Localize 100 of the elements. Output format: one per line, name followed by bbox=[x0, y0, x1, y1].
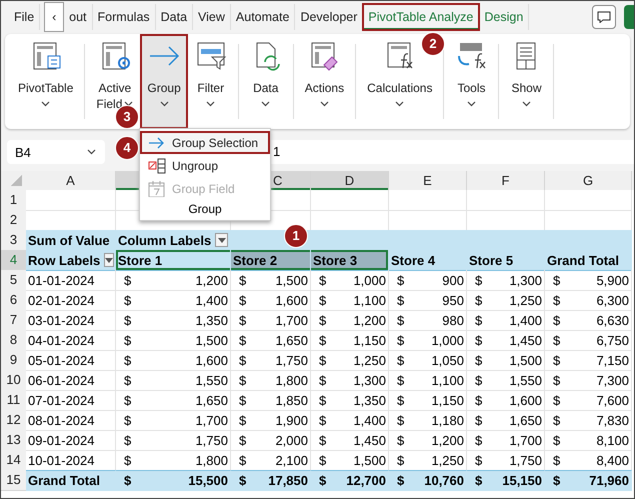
currency-symbol: $ bbox=[397, 372, 404, 388]
table-cell: Store 3 bbox=[311, 250, 389, 271]
table-cell: 04-01-2024 bbox=[26, 330, 116, 351]
amount: 1,550 bbox=[195, 372, 228, 388]
amount: 1,650 bbox=[275, 332, 308, 348]
amount: 1,050 bbox=[431, 352, 464, 368]
amount: 1,500 bbox=[509, 352, 542, 368]
table-cell: Grand Total bbox=[545, 250, 632, 271]
amount: 1,800 bbox=[275, 372, 308, 388]
amount: 1,150 bbox=[353, 332, 386, 348]
amount: 1,450 bbox=[353, 432, 386, 448]
currency-symbol: $ bbox=[553, 473, 560, 488]
currency-symbol: $ bbox=[475, 292, 482, 308]
table-cell: Sum of Value bbox=[26, 230, 116, 251]
currency-symbol: $ bbox=[553, 332, 560, 348]
currency-symbol: $ bbox=[239, 432, 246, 448]
amount: 1,400 bbox=[353, 412, 386, 428]
currency-symbol: $ bbox=[553, 452, 560, 468]
currency-symbol: $ bbox=[553, 312, 560, 328]
amount: 2,000 bbox=[275, 432, 308, 448]
amount: 1,600 bbox=[509, 392, 542, 408]
amount: 7,300 bbox=[596, 372, 629, 388]
table-cell: 08-01-2024 bbox=[26, 410, 116, 431]
currency-symbol: $ bbox=[397, 412, 404, 428]
amount: 1,750 bbox=[195, 432, 228, 448]
amount: 12,700 bbox=[346, 473, 386, 488]
currency-symbol: $ bbox=[124, 412, 132, 428]
currency-symbol: $ bbox=[239, 332, 246, 348]
currency-symbol: $ bbox=[319, 352, 326, 368]
amount: 1,100 bbox=[431, 372, 464, 388]
amount: 7,830 bbox=[596, 412, 629, 428]
table-cell: Store 1 bbox=[116, 250, 231, 271]
currency-symbol: $ bbox=[124, 372, 132, 388]
table-cell: 05-01-2024 bbox=[26, 350, 116, 371]
amount: 71,960 bbox=[589, 473, 629, 488]
currency-symbol: $ bbox=[553, 352, 560, 368]
amount: 1,700 bbox=[509, 432, 542, 448]
amount: 6,300 bbox=[596, 292, 629, 308]
currency-symbol: $ bbox=[319, 473, 326, 488]
amount: 1,250 bbox=[509, 292, 542, 308]
currency-symbol: $ bbox=[397, 332, 404, 348]
currency-symbol: $ bbox=[319, 332, 326, 348]
amount: 1,200 bbox=[195, 272, 228, 288]
amount: 1,350 bbox=[195, 312, 228, 328]
currency-symbol: $ bbox=[397, 452, 404, 468]
table-cell: 07-01-2024 bbox=[26, 390, 116, 411]
amount: 1,400 bbox=[195, 292, 228, 308]
currency-symbol: $ bbox=[475, 312, 482, 328]
table-cell: Store 5 bbox=[467, 250, 545, 271]
amount: 1,150 bbox=[431, 392, 464, 408]
menu-section-label: Group bbox=[187, 201, 223, 218]
currency-symbol: $ bbox=[239, 473, 246, 488]
currency-symbol: $ bbox=[124, 452, 132, 468]
currency-symbol: $ bbox=[124, 392, 132, 408]
table-cell: Store 4 bbox=[389, 250, 467, 271]
amount: 1,450 bbox=[509, 332, 542, 348]
currency-symbol: $ bbox=[475, 392, 482, 408]
table-cell: 03-01-2024 bbox=[26, 310, 116, 331]
currency-symbol: $ bbox=[239, 352, 246, 368]
currency-symbol: $ bbox=[553, 372, 560, 388]
currency-symbol: $ bbox=[553, 272, 560, 288]
currency-symbol: $ bbox=[319, 392, 326, 408]
currency-symbol: $ bbox=[475, 352, 482, 368]
currency-symbol: $ bbox=[319, 412, 326, 428]
currency-symbol: $ bbox=[397, 272, 404, 288]
currency-symbol: $ bbox=[319, 272, 326, 288]
amount: 1,000 bbox=[431, 332, 464, 348]
cell-text: Column Labels bbox=[118, 232, 212, 248]
amount: 980 bbox=[442, 312, 464, 328]
currency-symbol: $ bbox=[475, 272, 482, 288]
amount: 1,300 bbox=[509, 272, 542, 288]
currency-symbol: $ bbox=[475, 332, 482, 348]
step-badge: 4 bbox=[115, 136, 139, 160]
currency-symbol: $ bbox=[239, 372, 246, 388]
amount: 10,760 bbox=[424, 473, 464, 488]
amount: 1,700 bbox=[195, 412, 228, 428]
currency-symbol: $ bbox=[319, 452, 326, 468]
amount: 950 bbox=[442, 292, 464, 308]
amount: 1,700 bbox=[275, 312, 308, 328]
amount: 1,250 bbox=[353, 352, 386, 368]
currency-symbol: $ bbox=[553, 392, 560, 408]
amount: 1,850 bbox=[275, 392, 308, 408]
currency-symbol: $ bbox=[319, 432, 326, 448]
amount: 15,500 bbox=[188, 473, 228, 488]
amount: 900 bbox=[442, 272, 464, 288]
currency-symbol: $ bbox=[553, 412, 560, 428]
amount: 1,200 bbox=[431, 432, 464, 448]
amount: 15,150 bbox=[502, 473, 542, 488]
amount: 1,500 bbox=[195, 332, 228, 348]
currency-symbol: $ bbox=[319, 292, 326, 308]
amount: 1,750 bbox=[509, 452, 542, 468]
currency-symbol: $ bbox=[239, 392, 246, 408]
amount: 1,550 bbox=[509, 372, 542, 388]
currency-symbol: $ bbox=[553, 432, 560, 448]
currency-symbol: $ bbox=[124, 432, 132, 448]
table-cell: 02-01-2024 bbox=[26, 290, 116, 311]
currency-symbol: $ bbox=[239, 452, 246, 468]
currency-symbol: $ bbox=[553, 292, 560, 308]
table-cell: 06-01-2024 bbox=[26, 370, 116, 391]
currency-symbol: $ bbox=[124, 312, 132, 328]
